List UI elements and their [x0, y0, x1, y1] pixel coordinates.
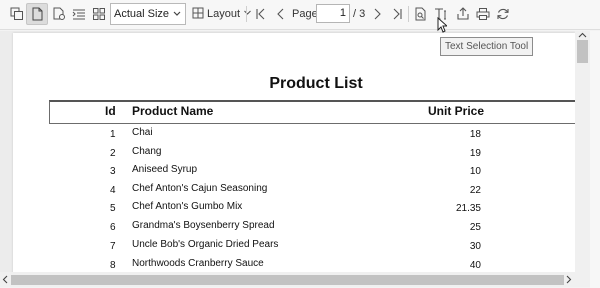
cell-id: 7 — [110, 241, 116, 252]
report-page: Product List Id Product Name Unit Price … — [13, 33, 577, 272]
mouse-cursor-icon — [437, 17, 447, 33]
cell-unit-price: 21.35 — [455, 203, 481, 214]
copy-icon[interactable] — [6, 3, 28, 25]
thumbnails-icon[interactable] — [88, 3, 110, 25]
vertical-scrollbar[interactable] — [575, 31, 590, 272]
print-icon[interactable] — [472, 3, 494, 25]
cell-id: 5 — [110, 203, 116, 214]
toolbar-separator — [246, 6, 247, 22]
window-edge — [590, 31, 600, 288]
outline-icon[interactable] — [68, 3, 90, 25]
cell-product-name: Grandma's Boysenberry Spread — [132, 220, 275, 231]
tooltip: Text Selection Tool — [440, 37, 534, 56]
zoom-select[interactable]: Actual Size — [110, 3, 186, 25]
scroll-left-icon[interactable] — [2, 275, 8, 284]
cell-unit-price: 25 — [469, 222, 481, 233]
cell-product-name: Aniseed Syrup — [132, 164, 198, 175]
find-icon[interactable] — [410, 3, 432, 25]
horizontal-scrollbar[interactable] — [0, 272, 590, 287]
page-label: Page — [292, 8, 318, 20]
cell-product-name: Chang — [132, 146, 162, 157]
previous-page-icon[interactable] — [270, 3, 292, 25]
cell-product-name: Northwoods Cranberry Sauce — [132, 258, 264, 269]
cell-unit-price: 30 — [469, 241, 481, 252]
page-total: / 3 — [353, 8, 366, 20]
refresh-icon[interactable] — [492, 3, 514, 25]
column-header-product-name: Product Name — [132, 104, 214, 118]
page-number-input[interactable]: 1 — [316, 4, 350, 23]
layout-menu[interactable]: Layout — [192, 3, 252, 25]
cell-product-name: Chai — [132, 127, 153, 138]
cell-unit-price: 18 — [469, 129, 481, 140]
cell-product-name: Chef Anton's Gumbo Mix — [132, 201, 243, 212]
cell-unit-price: 22 — [469, 185, 481, 196]
report-title: Product List — [269, 75, 363, 92]
next-page-icon[interactable] — [366, 3, 388, 25]
cell-id: 6 — [110, 222, 116, 233]
cell-id: 8 — [110, 260, 116, 271]
cell-id: 3 — [110, 166, 116, 177]
column-header-unit-price: Unit Price — [428, 104, 485, 118]
chevron-down-icon — [172, 8, 182, 23]
cell-product-name: Uncle Bob's Organic Dried Pears — [132, 239, 279, 250]
toolbar-separator — [408, 6, 409, 22]
cell-id: 1 — [110, 129, 116, 140]
cell-id: 2 — [110, 148, 116, 159]
table-header-box — [49, 100, 577, 124]
cell-unit-price: 19 — [469, 148, 481, 159]
column-header-id: Id — [105, 104, 116, 118]
vertical-scroll-thumb[interactable] — [577, 40, 588, 63]
export-icon[interactable] — [452, 3, 474, 25]
last-page-icon[interactable] — [386, 3, 408, 25]
toolbar: Actual Size Layout Page 1 / 3 — [0, 0, 600, 30]
cell-unit-price: 10 — [469, 166, 481, 177]
layout-label: Layout — [207, 8, 241, 20]
scroll-up-icon[interactable] — [578, 32, 587, 38]
report-viewer: Product List Id Product Name Unit Price … — [0, 31, 590, 272]
zoom-value: Actual Size — [114, 8, 170, 20]
cell-product-name: Chef Anton's Cajun Seasoning — [132, 183, 268, 194]
single-page-icon[interactable] — [26, 3, 48, 25]
first-page-icon[interactable] — [250, 3, 272, 25]
cell-id: 4 — [110, 185, 116, 196]
horizontal-scroll-thumb[interactable] — [11, 275, 564, 285]
layout-icon — [192, 7, 204, 22]
page-settings-icon[interactable] — [48, 3, 70, 25]
scroll-right-icon[interactable] — [566, 275, 572, 284]
cell-unit-price: 40 — [469, 260, 481, 271]
